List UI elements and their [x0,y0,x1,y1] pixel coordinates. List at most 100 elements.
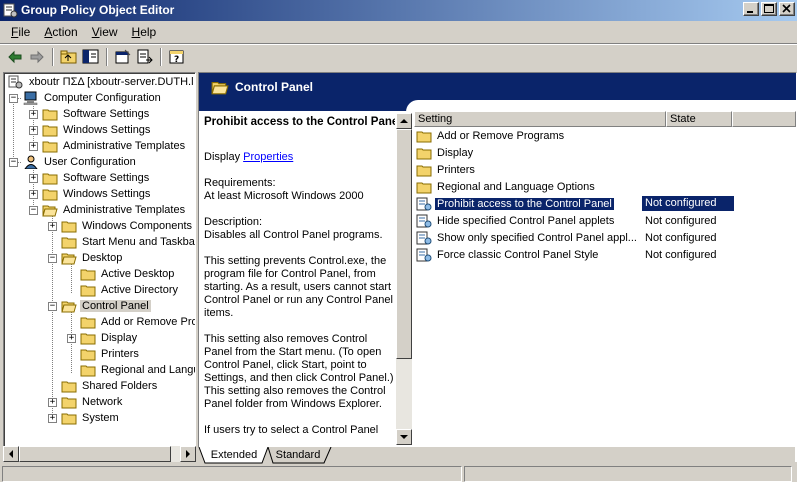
tree-root[interactable]: xboutr ΠΣΔ [xboutr-server.DUTH.l [8,74,195,90]
tab-standard[interactable]: Standard [270,447,326,464]
minimize-button[interactable] [743,2,759,16]
list-item-folder[interactable]: Display [416,145,475,161]
scroll-down-button[interactable] [396,429,412,445]
expander-expand[interactable]: + [48,222,57,231]
tree-uc-administrative-templates[interactable]: Administrative Templates [42,202,187,218]
properties-link[interactable]: Properties [243,151,293,163]
tree-computer-configuration[interactable]: Computer Configuration [23,90,163,106]
expander-expand[interactable]: + [48,414,57,423]
tree-printers[interactable]: Printers [80,346,141,362]
tree-control-panel[interactable]: Control Panel [61,298,151,314]
expander-expand[interactable]: + [29,190,38,199]
forward-button[interactable] [26,46,48,68]
show-hide-tree-button[interactable] [80,46,102,68]
expander-collapse[interactable]: − [9,158,18,167]
tree-start-menu-taskbar[interactable]: Start Menu and Taskba [61,234,195,250]
tree-uc-windows-settings[interactable]: Windows Settings [42,186,152,202]
menu-bar: File Action View Help [0,22,797,42]
tree-cc-software-settings[interactable]: Software Settings [42,106,151,122]
list-item-folder[interactable]: Printers [416,162,477,178]
tree-horizontal-scrollbar[interactable] [3,446,196,462]
tree-active-directory[interactable]: Active Directory [80,282,180,298]
details-pane: Control Panel Prohibit access to the Con… [198,72,797,462]
toolbar: ? [0,45,797,69]
scroll-left-button[interactable] [3,446,19,462]
folder-icon [80,333,96,345]
maximize-button[interactable] [761,2,777,16]
menu-file[interactable]: File [4,25,37,39]
help-icon: ? [169,50,184,65]
tab-extended[interactable]: Extended [204,447,264,464]
arrow-left-icon [9,450,13,458]
scroll-right-button[interactable] [180,446,196,462]
title-bar: Group Policy Object Editor [0,0,797,21]
back-button[interactable] [4,46,26,68]
expander-expand[interactable]: + [67,334,76,343]
list-item-folder[interactable]: Regional and Language Options [416,179,597,195]
menu-view[interactable]: View [85,25,125,39]
scroll-up-button[interactable] [396,113,412,129]
close-icon [782,4,791,13]
tree-regional-language[interactable]: Regional and Langu [80,362,195,378]
description-pane: Prohibit access to the Control Panel Dis… [199,111,395,445]
up-one-level-button[interactable] [58,46,80,68]
arrow-right-icon [186,450,190,458]
menu-action[interactable]: Action [37,25,84,39]
tree-cc-windows-settings[interactable]: Windows Settings [42,122,152,138]
settings-list[interactable]: Setting State Add or Remove Programs Dis… [414,111,796,445]
user-icon [24,155,38,169]
console-tree[interactable]: xboutr ΠΣΔ [xboutr-server.DUTH.l − Compu… [3,72,196,462]
tree-uc-software-settings[interactable]: Software Settings [42,170,151,186]
tree-add-remove-programs[interactable]: Add or Remove Pro [80,314,195,330]
list-item-setting[interactable]: Show only specified Control Panel appl..… [416,230,639,246]
help-button[interactable]: ? [166,46,188,68]
list-item-setting[interactable]: Force classic Control Panel Style [416,247,600,263]
column-header-state[interactable]: State [666,111,732,127]
folder-icon [42,189,58,201]
tree-system[interactable]: System [61,410,121,426]
tree-windows-components[interactable]: Windows Components [61,218,194,234]
column-header-setting[interactable]: Setting [414,111,666,127]
expander-expand[interactable]: + [29,110,38,119]
expander-expand[interactable]: + [29,142,38,151]
column-header-empty[interactable] [732,111,796,127]
tree-display[interactable]: Display [80,330,139,346]
tree-cc-administrative-templates[interactable]: Administrative Templates [42,138,187,154]
setting-state: Not configured [645,232,717,244]
list-item-setting-selected[interactable]: Prohibit access to the Control Panel [416,196,614,212]
tree-active-desktop[interactable]: Active Desktop [80,266,176,282]
description-vertical-scrollbar[interactable] [396,113,412,445]
folder-icon [416,165,432,177]
description-paragraph: This setting prevents Control.exe, the p… [204,255,393,319]
tree-user-configuration[interactable]: User Configuration [23,154,138,170]
expander-collapse[interactable]: − [29,206,38,215]
setting-title: Prohibit access to the Control Panel [204,116,395,128]
list-item-folder[interactable]: Add or Remove Programs [416,128,566,144]
folder-icon [42,173,58,185]
menu-help[interactable]: Help [125,25,164,39]
expander-expand[interactable]: + [29,174,38,183]
arrow-up-icon [400,119,408,123]
scroll-thumb[interactable] [396,129,412,359]
folder-open-icon [61,301,77,313]
close-button[interactable] [779,2,795,16]
tree-shared-folders[interactable]: Shared Folders [61,378,159,394]
expander-collapse[interactable]: − [48,302,57,311]
folder-icon [416,131,432,143]
export-list-button[interactable] [134,46,156,68]
status-cell [464,466,792,482]
status-cell [2,466,462,482]
properties-button[interactable] [112,46,134,68]
list-item-setting[interactable]: Hide specified Control Panel applets [416,213,616,229]
scroll-thumb[interactable] [19,446,171,462]
expander-collapse[interactable]: − [9,94,18,103]
expander-expand[interactable]: + [48,398,57,407]
tree-network[interactable]: Network [61,394,124,410]
policy-icon [8,75,23,89]
expander-expand[interactable]: + [29,126,38,135]
folder-icon [416,148,432,160]
expander-collapse[interactable]: − [48,254,57,263]
folder-icon [61,381,77,393]
tree-desktop[interactable]: Desktop [61,250,124,266]
policy-setting-icon [416,231,432,245]
